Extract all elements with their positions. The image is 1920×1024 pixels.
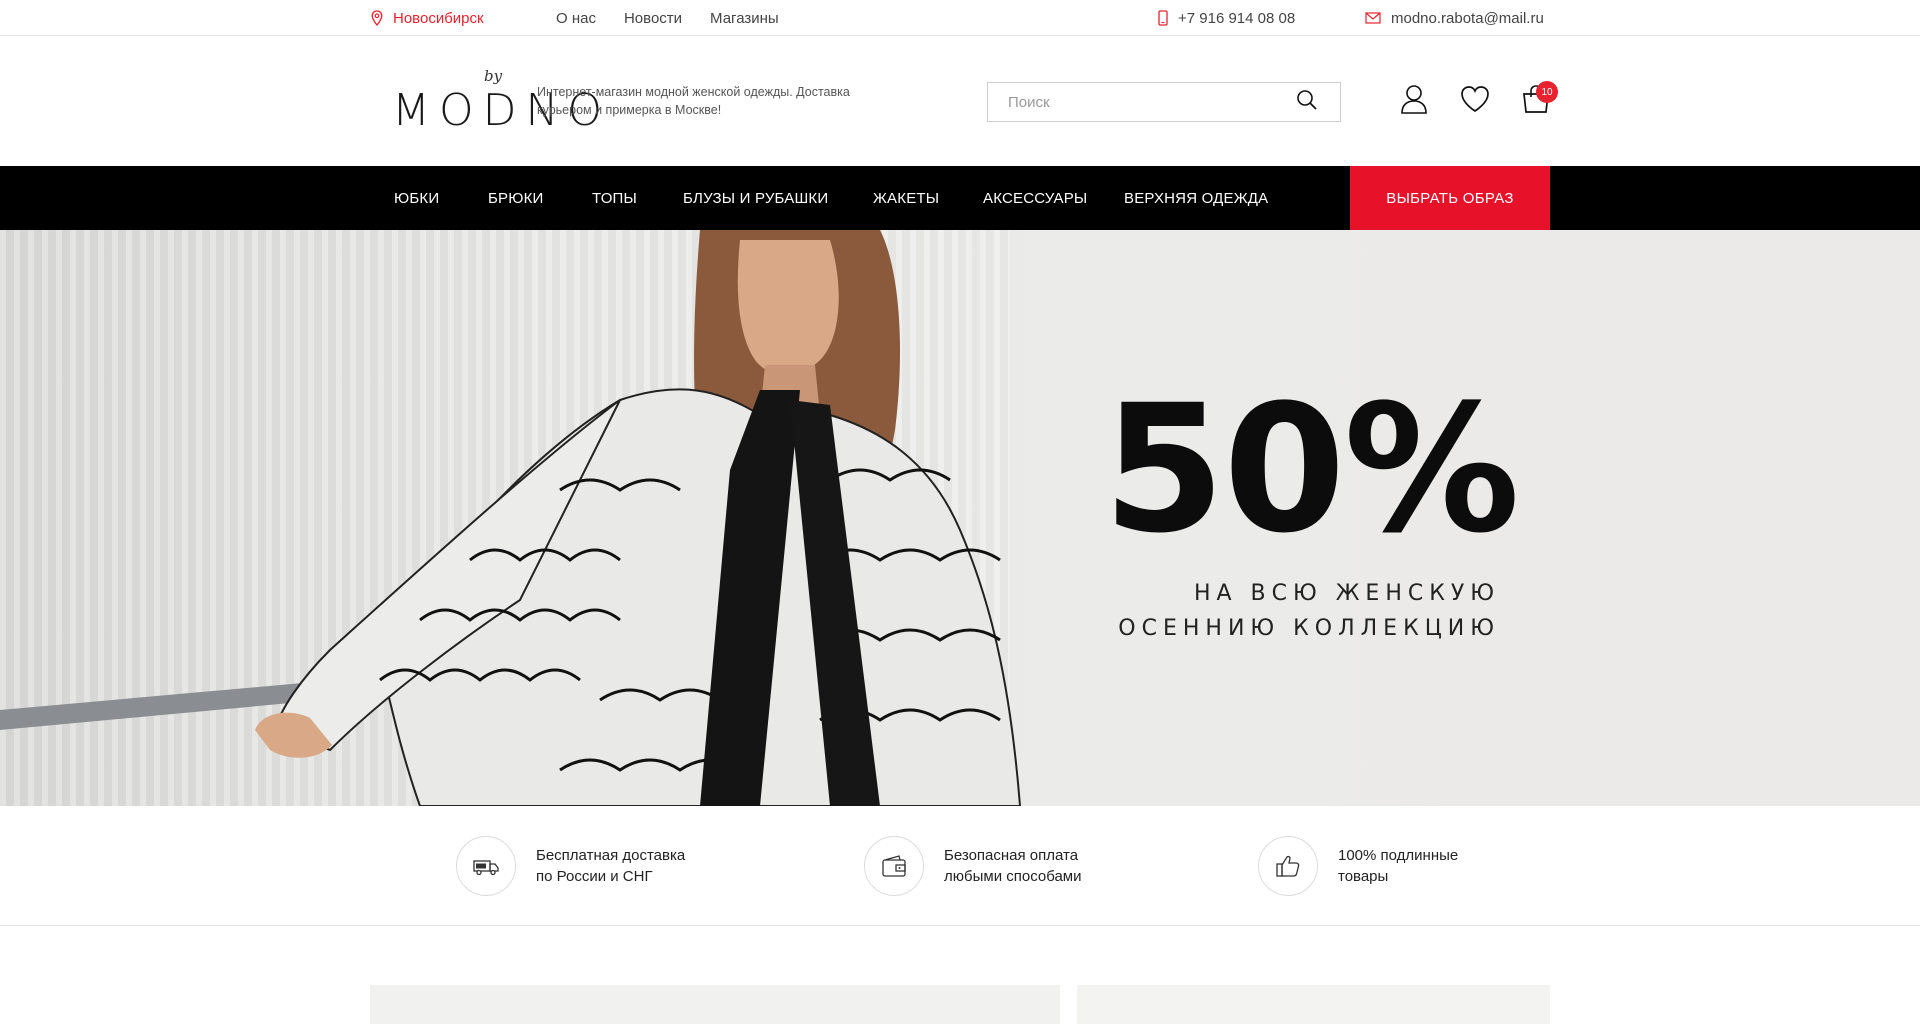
heart-icon <box>1461 86 1489 112</box>
nav-item-tops[interactable]: ТОПЫ <box>592 166 637 230</box>
location-pin-icon <box>371 10 383 26</box>
email-link[interactable]: modno.rabota@mail.ru <box>1365 0 1544 36</box>
nav-item-outerwear[interactable]: ВЕРХНЯЯ ОДЕЖДА <box>1124 166 1268 230</box>
feature-line1: Безопасная оплата <box>944 847 1079 864</box>
nav-item-blouses[interactable]: БЛУЗЫ И РУБАШКИ <box>683 166 828 230</box>
wishlist-button[interactable] <box>1457 81 1493 117</box>
feature-icon-circle <box>864 836 924 896</box>
feature-icon-circle <box>1258 836 1318 896</box>
phone-icon <box>1158 10 1168 26</box>
hero-subtitle-line2: ОСЕННИЮ КОЛЛЕКЦИЮ <box>1118 616 1500 641</box>
top-nav: О нас Новости Магазины <box>556 0 807 36</box>
nav-item-jackets[interactable]: ЖАКЕТЫ <box>873 166 939 230</box>
feature-line2: по России и СНГ <box>536 868 653 885</box>
city-selector[interactable]: Новосибирск <box>371 0 484 36</box>
city-label: Новосибирск <box>393 9 484 27</box>
mail-icon <box>1365 12 1381 24</box>
nav-item-accessories[interactable]: АКСЕССУАРЫ <box>983 166 1087 230</box>
site-header: by MODNO Интернет-магазин модной женской… <box>0 37 1920 166</box>
feature-payment: Безопасная оплата любыми способами <box>864 836 1124 896</box>
delivery-truck-icon <box>473 860 499 876</box>
hero-model-image <box>0 230 1022 806</box>
top-bar: Новосибирск О нас Новости Магазины +7 91… <box>0 0 1920 36</box>
thumbs-up-icon <box>1276 855 1300 877</box>
search-box <box>987 82 1341 122</box>
account-button[interactable] <box>1396 81 1432 117</box>
search-button[interactable] <box>1292 85 1322 115</box>
nav-item-skirts[interactable]: ЮБКИ <box>394 166 439 230</box>
top-nav-news[interactable]: Новости <box>624 10 682 27</box>
feature-text: Безопасная оплата любыми способами <box>944 845 1124 887</box>
cart-count-badge: 10 <box>1536 81 1558 103</box>
wallet-icon <box>882 855 906 877</box>
user-icon <box>1401 85 1427 114</box>
site-tagline: Интернет-магазин модной женской одежды. … <box>537 85 850 117</box>
feature-line1: Бесплатная доставка <box>536 847 686 864</box>
choose-look-button[interactable]: ВЫБРАТЬ ОБРАЗ <box>1350 166 1550 230</box>
feature-authentic: 100% подлинные товары <box>1258 836 1518 896</box>
email-address: modno.rabota@mail.ru <box>1391 9 1544 27</box>
feature-line1: 100% подлинные <box>1338 847 1459 864</box>
hero-subtitle-line1: НА ВСЮ ЖЕНСКУЮ <box>1193 581 1500 606</box>
search-icon <box>1297 90 1317 110</box>
top-nav-about[interactable]: О нас <box>556 10 596 27</box>
main-nav: ЮБКИ БРЮКИ ТОПЫ БЛУЗЫ И РУБАШКИ ЖАКЕТЫ А… <box>0 166 1920 230</box>
phone-link[interactable]: +7 916 914 08 08 <box>1158 0 1295 36</box>
feature-line2: любыми способами <box>944 868 1082 885</box>
features-strip: Бесплатная доставка по России и СНГ Безо… <box>0 806 1920 926</box>
feature-delivery: Бесплатная доставка по России и СНГ <box>456 836 716 896</box>
feature-text: 100% подлинные товары <box>1338 845 1518 887</box>
search-input[interactable] <box>988 83 1288 121</box>
feature-line2: товары <box>1338 868 1389 885</box>
hero-discount: 50% <box>1102 367 1520 572</box>
feature-icon-circle <box>456 836 516 896</box>
category-tile-1[interactable] <box>370 985 1060 1024</box>
hero-banner[interactable]: 50% НА ВСЮ ЖЕНСКУЮ ОСЕННИЮ КОЛЛЕКЦИЮ <box>0 230 1920 806</box>
phone-number: +7 916 914 08 08 <box>1178 9 1296 27</box>
category-tile-2[interactable] <box>1077 985 1550 1024</box>
logo-by: by <box>484 67 503 85</box>
feature-text: Бесплатная доставка по России и СНГ <box>536 845 716 887</box>
nav-item-trousers[interactable]: БРЮКИ <box>488 166 544 230</box>
top-nav-stores[interactable]: Магазины <box>710 10 779 27</box>
